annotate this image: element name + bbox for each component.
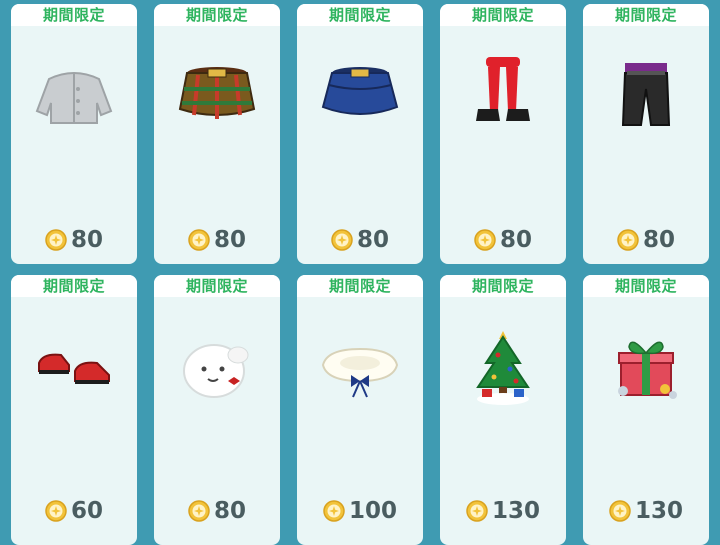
- gift-box-icon: [601, 325, 691, 415]
- shop-item-card[interactable]: 期間限定 80: [154, 4, 280, 264]
- plaid-skirt-icon: [172, 49, 262, 139]
- limited-time-label: 期間限定: [297, 275, 423, 297]
- price-tag: 130: [583, 499, 709, 523]
- price-tag: 100: [297, 499, 423, 523]
- limited-time-label: 期間限定: [11, 4, 137, 26]
- fur-collar-bow-icon: [315, 325, 405, 415]
- price-amount: 60: [70, 498, 103, 524]
- limited-time-label: 期間限定: [583, 4, 709, 26]
- shop-grid: 期間限定 80 期間限定 80 期間限定 80 期間限定 80 期間限定 80 …: [0, 0, 720, 545]
- price-amount: 80: [70, 227, 103, 253]
- price-tag: 80: [297, 228, 423, 252]
- price-amount: 130: [634, 498, 683, 524]
- limited-time-label: 期間限定: [297, 4, 423, 26]
- coin-icon: [323, 500, 345, 522]
- price-tag: 60: [11, 499, 137, 523]
- coin-icon: [45, 500, 67, 522]
- limited-time-label: 期間限定: [11, 275, 137, 297]
- shop-item-card[interactable]: 期間限定 100: [297, 275, 423, 545]
- price-amount: 80: [499, 227, 532, 253]
- price-amount: 100: [348, 498, 397, 524]
- black-pants-icon: [601, 49, 691, 139]
- price-amount: 80: [642, 227, 675, 253]
- shop-item-card[interactable]: 期間限定 80: [154, 275, 280, 545]
- limited-time-label: 期間限定: [154, 275, 280, 297]
- price-tag: 80: [440, 228, 566, 252]
- coin-icon: [609, 500, 631, 522]
- limited-time-label: 期間限定: [440, 275, 566, 297]
- limited-time-label: 期間限定: [440, 4, 566, 26]
- coin-icon: [188, 229, 210, 251]
- limited-time-label: 期間限定: [583, 275, 709, 297]
- price-amount: 80: [213, 498, 246, 524]
- price-tag: 130: [440, 499, 566, 523]
- coin-icon: [188, 500, 210, 522]
- price-amount: 80: [213, 227, 246, 253]
- price-tag: 80: [154, 499, 280, 523]
- red-tights-heels-icon: [458, 49, 548, 139]
- gray-cardigan-icon: [29, 49, 119, 139]
- limited-time-label: 期間限定: [154, 4, 280, 26]
- price-amount: 130: [491, 498, 540, 524]
- red-shoes-icon: [29, 325, 119, 415]
- coin-icon: [617, 229, 639, 251]
- christmas-tree-icon: [458, 325, 548, 415]
- price-tag: 80: [11, 228, 137, 252]
- price-amount: 80: [356, 227, 389, 253]
- shop-item-card[interactable]: 期間限定 80: [11, 4, 137, 264]
- shop-item-card[interactable]: 期間限定 60: [11, 275, 137, 545]
- white-ghost-hat-icon: [172, 325, 262, 415]
- shop-item-card[interactable]: 期間限定 130: [440, 275, 566, 545]
- shop-item-card[interactable]: 期間限定 80: [583, 4, 709, 264]
- coin-icon: [45, 229, 67, 251]
- shop-item-card[interactable]: 期間限定 80: [297, 4, 423, 264]
- price-tag: 80: [583, 228, 709, 252]
- navy-skirt-icon: [315, 49, 405, 139]
- shop-item-card[interactable]: 期間限定 130: [583, 275, 709, 545]
- shop-item-card[interactable]: 期間限定 80: [440, 4, 566, 264]
- price-tag: 80: [154, 228, 280, 252]
- coin-icon: [466, 500, 488, 522]
- coin-icon: [331, 229, 353, 251]
- coin-icon: [474, 229, 496, 251]
